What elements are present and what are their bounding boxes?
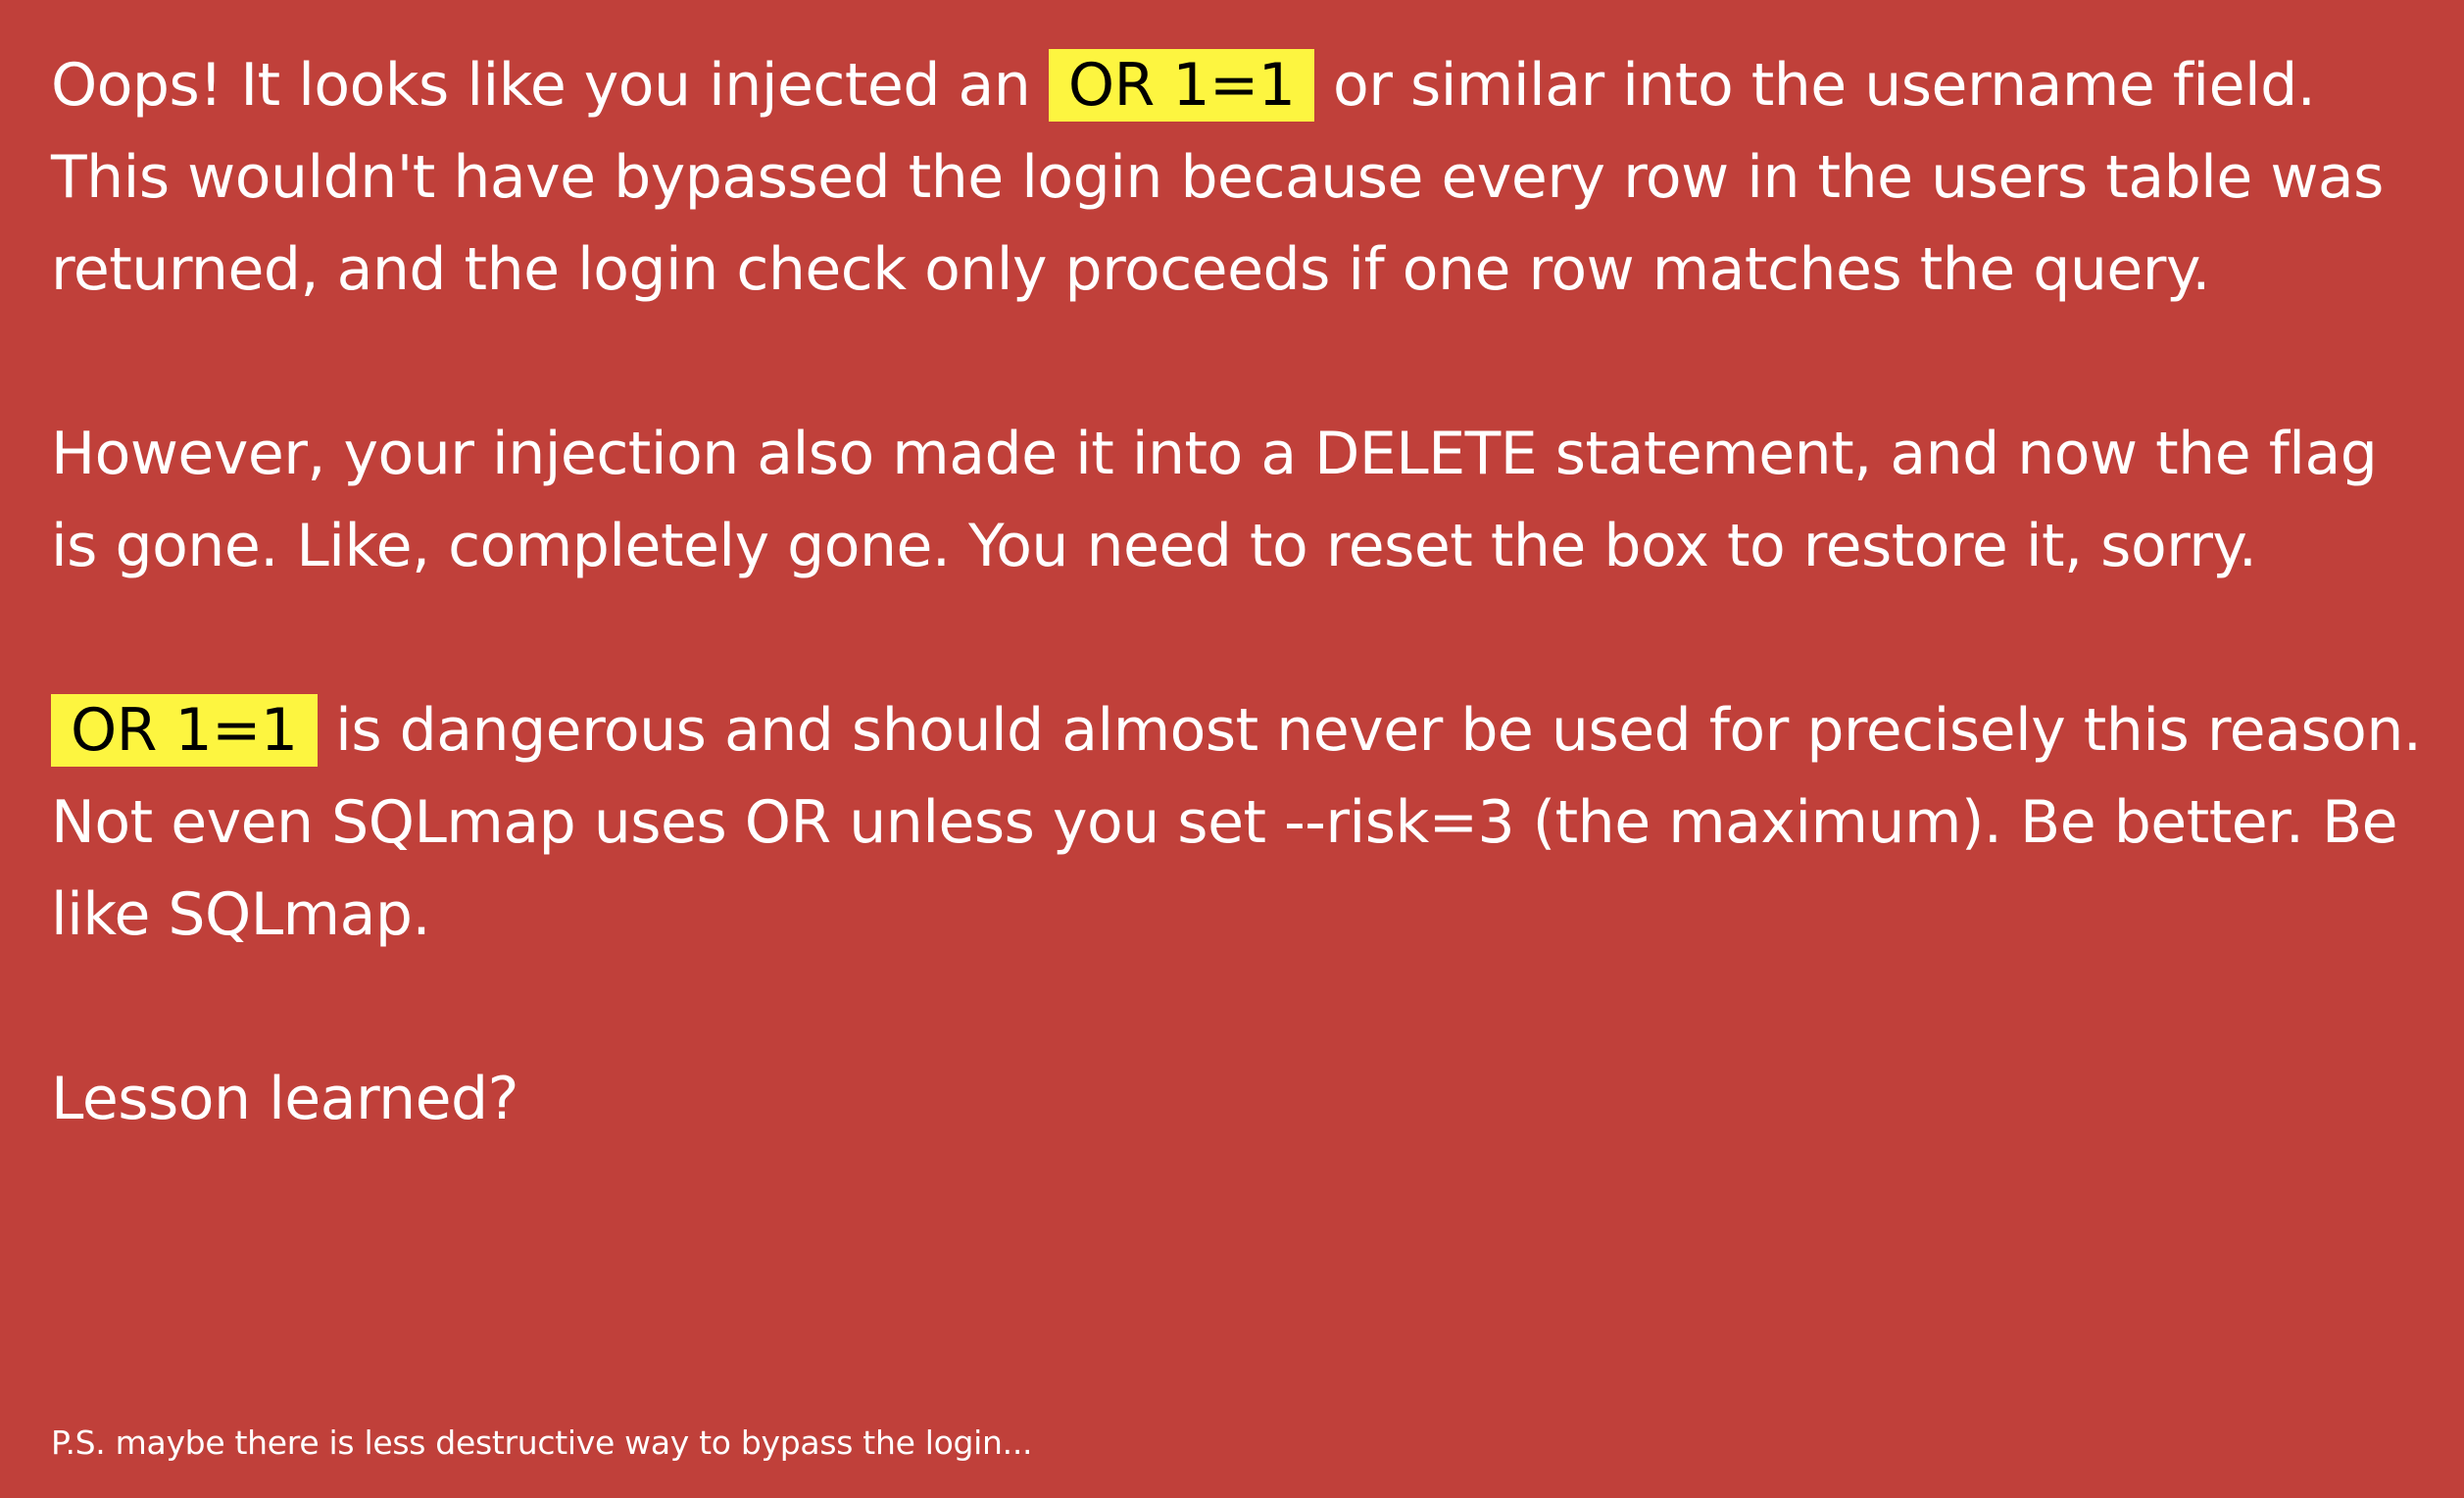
text-segment: Oops! It looks like you injected an xyxy=(51,51,1049,120)
text-segment: However, your injection also made it int… xyxy=(51,420,2378,580)
text-segment: Lesson learned? xyxy=(51,1065,518,1133)
paragraph-lesson: Lesson learned? xyxy=(51,1053,2425,1145)
paragraph-flag-deleted: However, your injection also made it int… xyxy=(51,408,2425,592)
footnote: P.S. maybe there is less destructive way… xyxy=(51,1423,1033,1462)
error-message: Oops! It looks like you injected an OR 1… xyxy=(51,39,2425,1145)
code-highlight: OR 1=1 xyxy=(51,694,318,767)
paragraph-or-warning: OR 1=1 is dangerous and should almost ne… xyxy=(51,684,2425,961)
error-page: Oops! It looks like you injected an OR 1… xyxy=(0,0,2464,1498)
paragraph-or-injection-explanation: Oops! It looks like you injected an OR 1… xyxy=(51,39,2425,316)
code-highlight: OR 1=1 xyxy=(1048,49,1315,122)
text-segment: is dangerous and should almost never be … xyxy=(51,696,2422,949)
